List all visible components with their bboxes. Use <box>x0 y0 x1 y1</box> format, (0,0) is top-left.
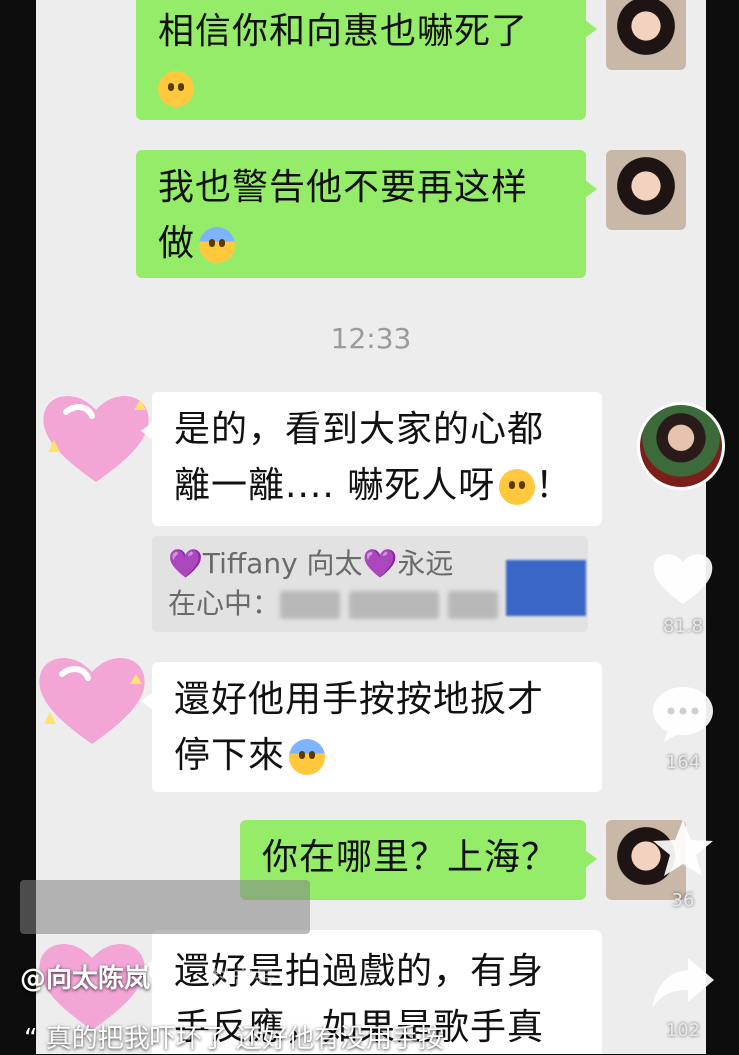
message-bubble-incoming: 是的，看到大家的心都 離一離.... 嚇死人呀 ！ <box>141 392 602 526</box>
anxious-sweat-emoji <box>289 739 326 775</box>
watermark: 抖音号 <box>210 968 277 993</box>
message-text-line: 還好他用手按按地扳才 <box>174 679 545 720</box>
sender-avatar <box>606 0 686 70</box>
screaming-face-emoji <box>499 469 536 505</box>
favorite-count: 36 <box>671 890 695 911</box>
sender-avatar <box>606 150 686 230</box>
redacted-block <box>348 591 439 619</box>
video-username[interactable]: @向太陈岚 <box>20 958 150 995</box>
exploding-head-emoji <box>158 71 194 107</box>
chat-timestamp: 12:33 <box>330 322 412 355</box>
message-bubble-incoming: 還好他用手按按地扳才 停下來 <box>141 662 602 792</box>
message-bubble-outgoing: 相信你和向惠也嚇死了 <box>136 0 597 120</box>
share-icon[interactable] <box>650 952 716 1012</box>
message-text-suffix: ！ <box>535 465 573 506</box>
heart-avatar <box>43 396 149 482</box>
loudly-crying-emoji <box>199 227 236 263</box>
share-count: 102 <box>665 1020 701 1041</box>
message-text-line: 是的，看到大家的心都 <box>174 409 545 450</box>
overlay-bar <box>20 880 310 934</box>
star-icon[interactable] <box>650 818 716 878</box>
message-bubble-outgoing: 我也警告他不要再这样 做 <box>136 150 597 278</box>
message-text-line: 停下來 <box>174 735 286 776</box>
heart-icon[interactable] <box>650 548 716 608</box>
quote-prefix: 在心中： <box>168 587 281 620</box>
creator-avatar[interactable] <box>637 402 725 490</box>
like-count: 81.8 <box>662 616 704 637</box>
message-text-line: 做 <box>158 223 196 264</box>
redacted-block <box>506 560 586 616</box>
redacted-block <box>447 591 498 619</box>
video-caption[interactable]: “ 真的把我吓坏了 还好他有没用手按 <box>24 1018 444 1055</box>
message-text: 相信你和向惠也嚇死了 <box>158 11 529 52</box>
redacted-block <box>280 591 341 619</box>
comment-icon[interactable] <box>650 684 716 744</box>
message-text-line: 我也警告他不要再这样 <box>158 167 529 208</box>
comment-count: 164 <box>665 752 701 773</box>
message-text-line: 離一離.... 嚇死人呀 <box>174 465 496 506</box>
message-text: 你在哪里？上海？ <box>262 837 559 878</box>
heart-avatar <box>39 658 145 744</box>
